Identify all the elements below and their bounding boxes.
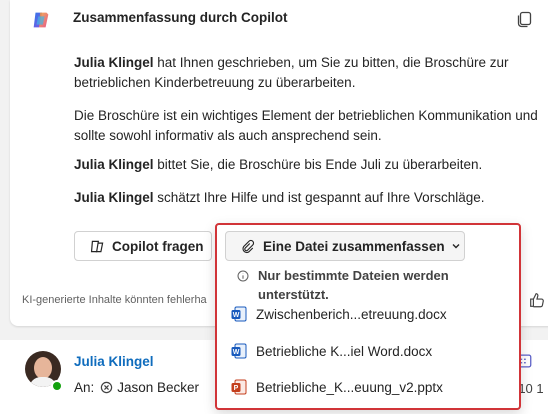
file-name: Betriebliche K...iel Word.docx [256,343,433,359]
paragraph-text: bittet Sie, die Broschüre bis Ende Juli … [153,157,483,172]
sender-name-mention: Julia Klingel [74,55,154,70]
sender-name[interactable]: Julia Klingel [74,354,154,369]
supported-files-info: Nur bestimmte Dateien werden unterstützt… [237,266,488,304]
attachment-icon [242,239,255,253]
summarize-file-button[interactable]: Eine Datei zusammenfassen [225,231,465,261]
recipient-name[interactable]: Jason Becker [117,380,199,395]
copilot-logo-icon [33,12,49,28]
sender-name-mention: Julia Klingel [74,157,154,172]
paragraph-text: Die Broschüre ist ein wichtiges Element … [74,108,538,123]
summary-title: Zusammenfassung durch Copilot [73,10,288,25]
thumbs-up-icon[interactable] [528,291,546,309]
word-doc-icon: W [231,343,247,359]
summary-paragraph-3: Julia Klingel bittet Sie, die Broschüre … [74,155,482,175]
summarize-file-dropdown: Eine Datei zusammenfassen Nur bestimmte … [215,223,521,410]
to-label: An: [74,380,95,395]
chevron-down-icon [452,244,460,249]
summary-paragraph-1: Julia Klingel hat Ihnen geschrieben, um … [74,53,509,93]
file-option[interactable]: P Betriebliche_K...euung_v2.pptx [231,379,443,395]
word-doc-icon: W [231,306,247,322]
svg-text:W: W [233,312,240,319]
file-option[interactable]: W Betriebliche K...iel Word.docx [231,343,432,359]
sender-name-mention: Julia Klingel [74,190,154,205]
paragraph-text: betrieblichen Kinderbetreuung zu überarb… [74,75,356,90]
file-name: Zwischenberich...etreuung.docx [256,306,447,322]
copy-icon[interactable] [514,9,534,29]
presence-available-icon [51,380,63,392]
summarize-file-label: Eine Datei zusammenfassen [263,238,445,254]
info-icon [237,270,249,282]
ask-copilot-button[interactable]: Copilot fragen [74,231,212,261]
paragraph-text: hat Ihnen geschrieben, um Sie zu bitten,… [153,55,509,70]
info-text: Nur bestimmte Dateien werden unterstützt… [258,268,449,302]
summary-paragraph-2: Die Broschüre ist ein wichtiges Element … [74,106,538,146]
paragraph-text: sollte sowohl informativ als auch anspre… [74,128,382,143]
ai-disclaimer: KI-generierte Inhalte könnten fehlerha [22,294,207,306]
file-option[interactable]: W Zwischenberich...etreuung.docx [231,306,447,322]
file-name: Betriebliche_K...euung_v2.pptx [256,379,443,395]
recipients-row: An: Jason Becker [74,380,199,395]
paragraph-text: schätzt Ihre Hilfe und ist gespannt auf … [153,190,485,205]
summary-paragraph-4: Julia Klingel schätzt Ihre Hilfe und ist… [74,188,484,208]
powerpoint-icon: P [231,379,247,395]
copilot-chat-icon [90,240,104,252]
svg-text:P: P [234,385,239,392]
svg-text:W: W [233,349,240,356]
ask-copilot-label: Copilot fragen [112,238,204,254]
remove-recipient-icon[interactable] [100,381,113,394]
